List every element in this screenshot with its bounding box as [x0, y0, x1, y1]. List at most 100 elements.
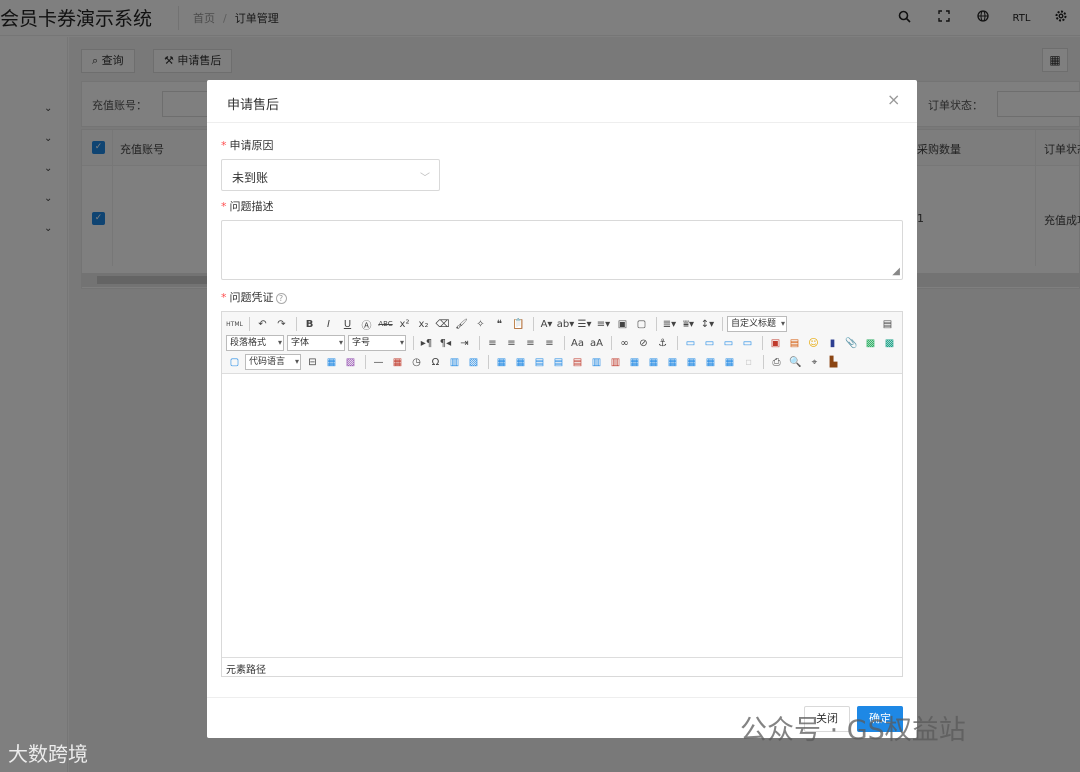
ltr-icon[interactable]: ▸¶ — [418, 335, 435, 351]
preview-search-icon[interactable]: 🔍 — [787, 354, 804, 370]
help-book-icon[interactable]: ▙ — [825, 354, 842, 370]
paragraph-format-select[interactable]: 段落格式 — [226, 335, 284, 351]
strikethrough-icon[interactable]: ABC — [377, 316, 394, 332]
chart-icon[interactable]: ▫ — [740, 354, 757, 370]
row-spacing-top-icon[interactable]: ≣▾ — [661, 316, 678, 332]
reason-label-text: 申请原因 — [229, 139, 274, 152]
attachment-icon[interactable]: 📎 — [843, 335, 860, 351]
font-border-icon[interactable]: Ⓐ — [358, 316, 375, 332]
video-icon[interactable]: ▮ — [824, 335, 841, 351]
toolbar-separator — [533, 317, 534, 331]
bold-icon[interactable]: B — [301, 316, 318, 332]
insert-paragraph-icon[interactable]: ▤ — [531, 354, 548, 370]
format-painter-icon[interactable]: 🖌 — [453, 316, 470, 332]
clear-doc-icon[interactable]: ▢ — [633, 316, 650, 332]
date-icon[interactable]: ▦ — [389, 354, 406, 370]
split-cells-icon[interactable]: ▦ — [683, 354, 700, 370]
iframe-icon[interactable]: ▢ — [226, 354, 243, 370]
image-none-icon[interactable]: ▭ — [682, 335, 699, 351]
map-icon[interactable]: ▩ — [862, 335, 879, 351]
template-icon[interactable]: ▦ — [323, 354, 340, 370]
toolbar-separator — [677, 336, 678, 350]
auto-typeset-icon[interactable]: ✧ — [472, 316, 489, 332]
blockquote-icon[interactable]: ❝ — [491, 316, 508, 332]
font-family-select[interactable]: 字体 — [287, 335, 345, 351]
split-cols-icon[interactable]: ▦ — [721, 354, 738, 370]
redo-icon[interactable]: ↷ — [273, 316, 290, 332]
required-mark: * — [221, 200, 227, 213]
indent-icon[interactable]: ⇥ — [456, 335, 473, 351]
delete-col-icon[interactable]: ▥ — [607, 354, 624, 370]
image-icon[interactable]: ▣ — [767, 335, 784, 351]
resize-handle-icon[interactable]: ◢ — [892, 267, 900, 277]
description-label: * 问题描述 — [221, 198, 274, 214]
align-justify-icon[interactable]: ≡ — [541, 335, 558, 351]
image-right-icon[interactable]: ▭ — [720, 335, 737, 351]
close-icon[interactable]: × — [887, 92, 900, 108]
split-rows-icon[interactable]: ▦ — [702, 354, 719, 370]
print-icon[interactable]: ⎙ — [768, 354, 785, 370]
preview-icon[interactable]: ▤ — [879, 316, 896, 332]
gmap-icon[interactable]: ▩ — [881, 335, 898, 351]
line-height-icon[interactable]: ↕▾ — [699, 316, 716, 332]
multi-image-icon[interactable]: ▤ — [786, 335, 803, 351]
page-break-icon[interactable]: ⊟ — [304, 354, 321, 370]
emoticon-icon[interactable]: ☺ — [805, 335, 822, 351]
uppercase-icon[interactable]: Aa — [569, 335, 586, 351]
highlight-icon[interactable]: ab▾ — [557, 316, 575, 332]
align-right-icon[interactable]: ≡ — [522, 335, 539, 351]
paste-plain-icon[interactable]: 📋 — [510, 316, 527, 332]
unordered-list-icon[interactable]: ≡▾ — [595, 316, 612, 332]
undo-icon[interactable]: ↶ — [254, 316, 271, 332]
superscript-icon[interactable]: x² — [396, 316, 413, 332]
scrawl-icon[interactable]: ▧ — [465, 354, 482, 370]
anchor-icon[interactable]: ⚓ — [654, 335, 671, 351]
toolbar-separator — [564, 336, 565, 350]
toolbar-separator — [479, 336, 480, 350]
merge-down-icon[interactable]: ▦ — [664, 354, 681, 370]
special-chars-icon[interactable]: Ω — [427, 354, 444, 370]
subscript-icon[interactable]: x₂ — [415, 316, 432, 332]
reason-select[interactable]: 未到账 ﹀ — [221, 159, 440, 191]
evidence-label: * 问题凭证? — [221, 289, 287, 305]
reason-label: * 申请原因 — [221, 137, 274, 153]
code-language-select[interactable]: 代码语言 — [245, 354, 301, 370]
select-all-icon[interactable]: ▣ — [614, 316, 631, 332]
merge-cells-icon[interactable]: ▦ — [626, 354, 643, 370]
rtl-icon[interactable]: ¶◂ — [437, 335, 454, 351]
link-icon[interactable]: ∞ — [616, 335, 633, 351]
lowercase-icon[interactable]: aA — [588, 335, 605, 351]
font-size-select[interactable]: 字号 — [348, 335, 406, 351]
ordered-list-icon[interactable]: ☰▾ — [576, 316, 593, 332]
custom-title-select[interactable]: 自定义标题 — [727, 316, 787, 332]
insert-row-icon[interactable]: ▤ — [550, 354, 567, 370]
help-icon[interactable]: ? — [275, 292, 287, 304]
eraser-icon[interactable]: ⌫ — [434, 316, 451, 332]
background-icon[interactable]: ▨ — [342, 354, 359, 370]
italic-icon[interactable]: I — [320, 316, 337, 332]
insert-table-icon[interactable]: ▦ — [493, 354, 510, 370]
element-path-label: 元素路径 — [226, 665, 266, 676]
wordimage-icon[interactable]: ▥ — [446, 354, 463, 370]
toolbar-separator — [365, 355, 366, 369]
time-icon[interactable]: ◷ — [408, 354, 425, 370]
toolbar-separator — [762, 336, 763, 350]
delete-row-icon[interactable]: ▤ — [569, 354, 586, 370]
image-left-icon[interactable]: ▭ — [701, 335, 718, 351]
underline-icon[interactable]: U — [339, 316, 356, 332]
row-spacing-bottom-icon[interactable]: ⩸▾ — [680, 316, 697, 332]
find-replace-icon[interactable]: ⌖ — [806, 354, 823, 370]
horizontal-rule-icon[interactable]: — — [370, 354, 387, 370]
description-textarea[interactable]: ◢ — [221, 220, 903, 280]
align-left-icon[interactable]: ≡ — [484, 335, 501, 351]
align-center-icon[interactable]: ≡ — [503, 335, 520, 351]
image-center-icon[interactable]: ▭ — [739, 335, 756, 351]
insert-col-icon[interactable]: ▥ — [588, 354, 605, 370]
unlink-icon[interactable]: ⊘ — [635, 335, 652, 351]
merge-right-icon[interactable]: ▦ — [645, 354, 662, 370]
editor-content-area[interactable] — [222, 374, 902, 657]
html-source-icon[interactable]: HTML — [226, 316, 243, 332]
font-color-icon[interactable]: A▾ — [538, 316, 555, 332]
toolbar-separator — [722, 317, 723, 331]
delete-table-icon[interactable]: ▦ — [512, 354, 529, 370]
